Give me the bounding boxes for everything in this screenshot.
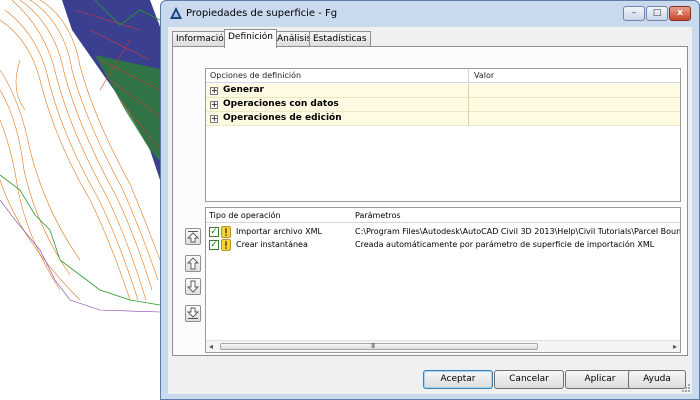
move-to-bottom-button[interactable]	[185, 305, 201, 322]
move-down-icon	[186, 280, 200, 293]
window-title: Propiedades de superficie - Fg	[186, 8, 338, 19]
value-cell-separator	[468, 98, 469, 112]
operations-header: Tipo de operación Parámetros	[206, 208, 680, 223]
operation-type: Crear instantánea	[236, 240, 308, 249]
operations-list: Tipo de operación Parámetros ✓ Importar …	[205, 207, 681, 353]
move-down-button[interactable]	[185, 278, 201, 295]
operation-row-importar-xml[interactable]: ✓ Importar archivo XML C:\Program Files\…	[206, 226, 680, 239]
warning-icon	[221, 239, 231, 251]
grid-header: Opciones de definición Valor	[206, 69, 680, 83]
move-to-bottom-icon	[186, 307, 200, 319]
tab-definicion[interactable]: Definición	[224, 29, 277, 48]
operation-parameters: C:\Program Files\Autodesk\AutoCAD Civil …	[355, 227, 681, 236]
column-header-parameters[interactable]: Parámetros	[355, 211, 401, 220]
expand-icon[interactable]: +	[210, 115, 218, 123]
accept-button[interactable]: Aceptar	[423, 370, 493, 389]
grid-row-generar[interactable]: + Generar	[206, 84, 680, 98]
grid-row-operaciones-de-edicion[interactable]: + Operaciones de edición	[206, 112, 680, 126]
row-label: Operaciones de edición	[223, 113, 342, 123]
value-cell-separator	[468, 112, 469, 126]
move-up-icon	[186, 257, 200, 270]
title-bar[interactable]: Propiedades de superficie - Fg – □ x	[161, 1, 699, 27]
help-button[interactable]: Ayuda	[628, 370, 686, 389]
value-cell-separator	[468, 84, 469, 98]
dialog-client-area: Información Definición Análisis Estadíst…	[168, 27, 692, 394]
column-header-definition-options[interactable]: Opciones de definición	[210, 71, 301, 80]
minimize-button[interactable]: –	[623, 6, 645, 21]
apply-button[interactable]: Aplicar	[565, 370, 635, 389]
operation-type: Importar archivo XML	[236, 227, 323, 236]
row-label: Generar	[223, 85, 264, 95]
move-up-button[interactable]	[185, 255, 201, 272]
maximize-button[interactable]: □	[646, 6, 668, 21]
column-separator	[468, 69, 469, 83]
resize-grip-icon[interactable]	[681, 383, 691, 393]
close-button[interactable]: x	[669, 6, 691, 21]
tab-estadisticas[interactable]: Estadísticas	[309, 31, 371, 47]
scroll-left-icon[interactable]: ◂	[209, 342, 213, 351]
grid-row-operaciones-con-datos[interactable]: + Operaciones con datos	[206, 98, 680, 112]
operation-enabled-checkbox[interactable]: ✓	[209, 240, 219, 250]
operation-row-crear-instantanea[interactable]: ✓ Crear instantánea Creada automáticamen…	[206, 239, 680, 252]
move-to-top-icon	[186, 231, 200, 243]
scrollbar-grip-icon: III	[371, 342, 375, 350]
move-to-top-button[interactable]	[185, 228, 201, 245]
scroll-right-icon[interactable]: ▸	[673, 342, 677, 351]
operation-parameters: Creada automáticamente por parámetro de …	[355, 240, 655, 249]
surface-properties-dialog: Propiedades de superficie - Fg – □ x Inf…	[160, 0, 700, 400]
expand-icon[interactable]: +	[210, 87, 218, 95]
scrollbar-thumb[interactable]: III	[220, 342, 538, 350]
cancel-button[interactable]: Cancelar	[494, 370, 564, 389]
operation-enabled-checkbox[interactable]: ✓	[209, 227, 219, 237]
definition-options-grid: Opciones de definición Valor + Generar +…	[205, 68, 681, 202]
civil3d-app-icon	[170, 7, 182, 19]
row-label: Operaciones con datos	[223, 99, 339, 109]
horizontal-scrollbar[interactable]: ◂ III ▸	[206, 340, 680, 352]
column-header-value[interactable]: Valor	[474, 71, 494, 80]
expand-icon[interactable]: +	[210, 101, 218, 109]
warning-icon	[221, 226, 231, 238]
column-header-operation-type[interactable]: Tipo de operación	[209, 211, 281, 220]
